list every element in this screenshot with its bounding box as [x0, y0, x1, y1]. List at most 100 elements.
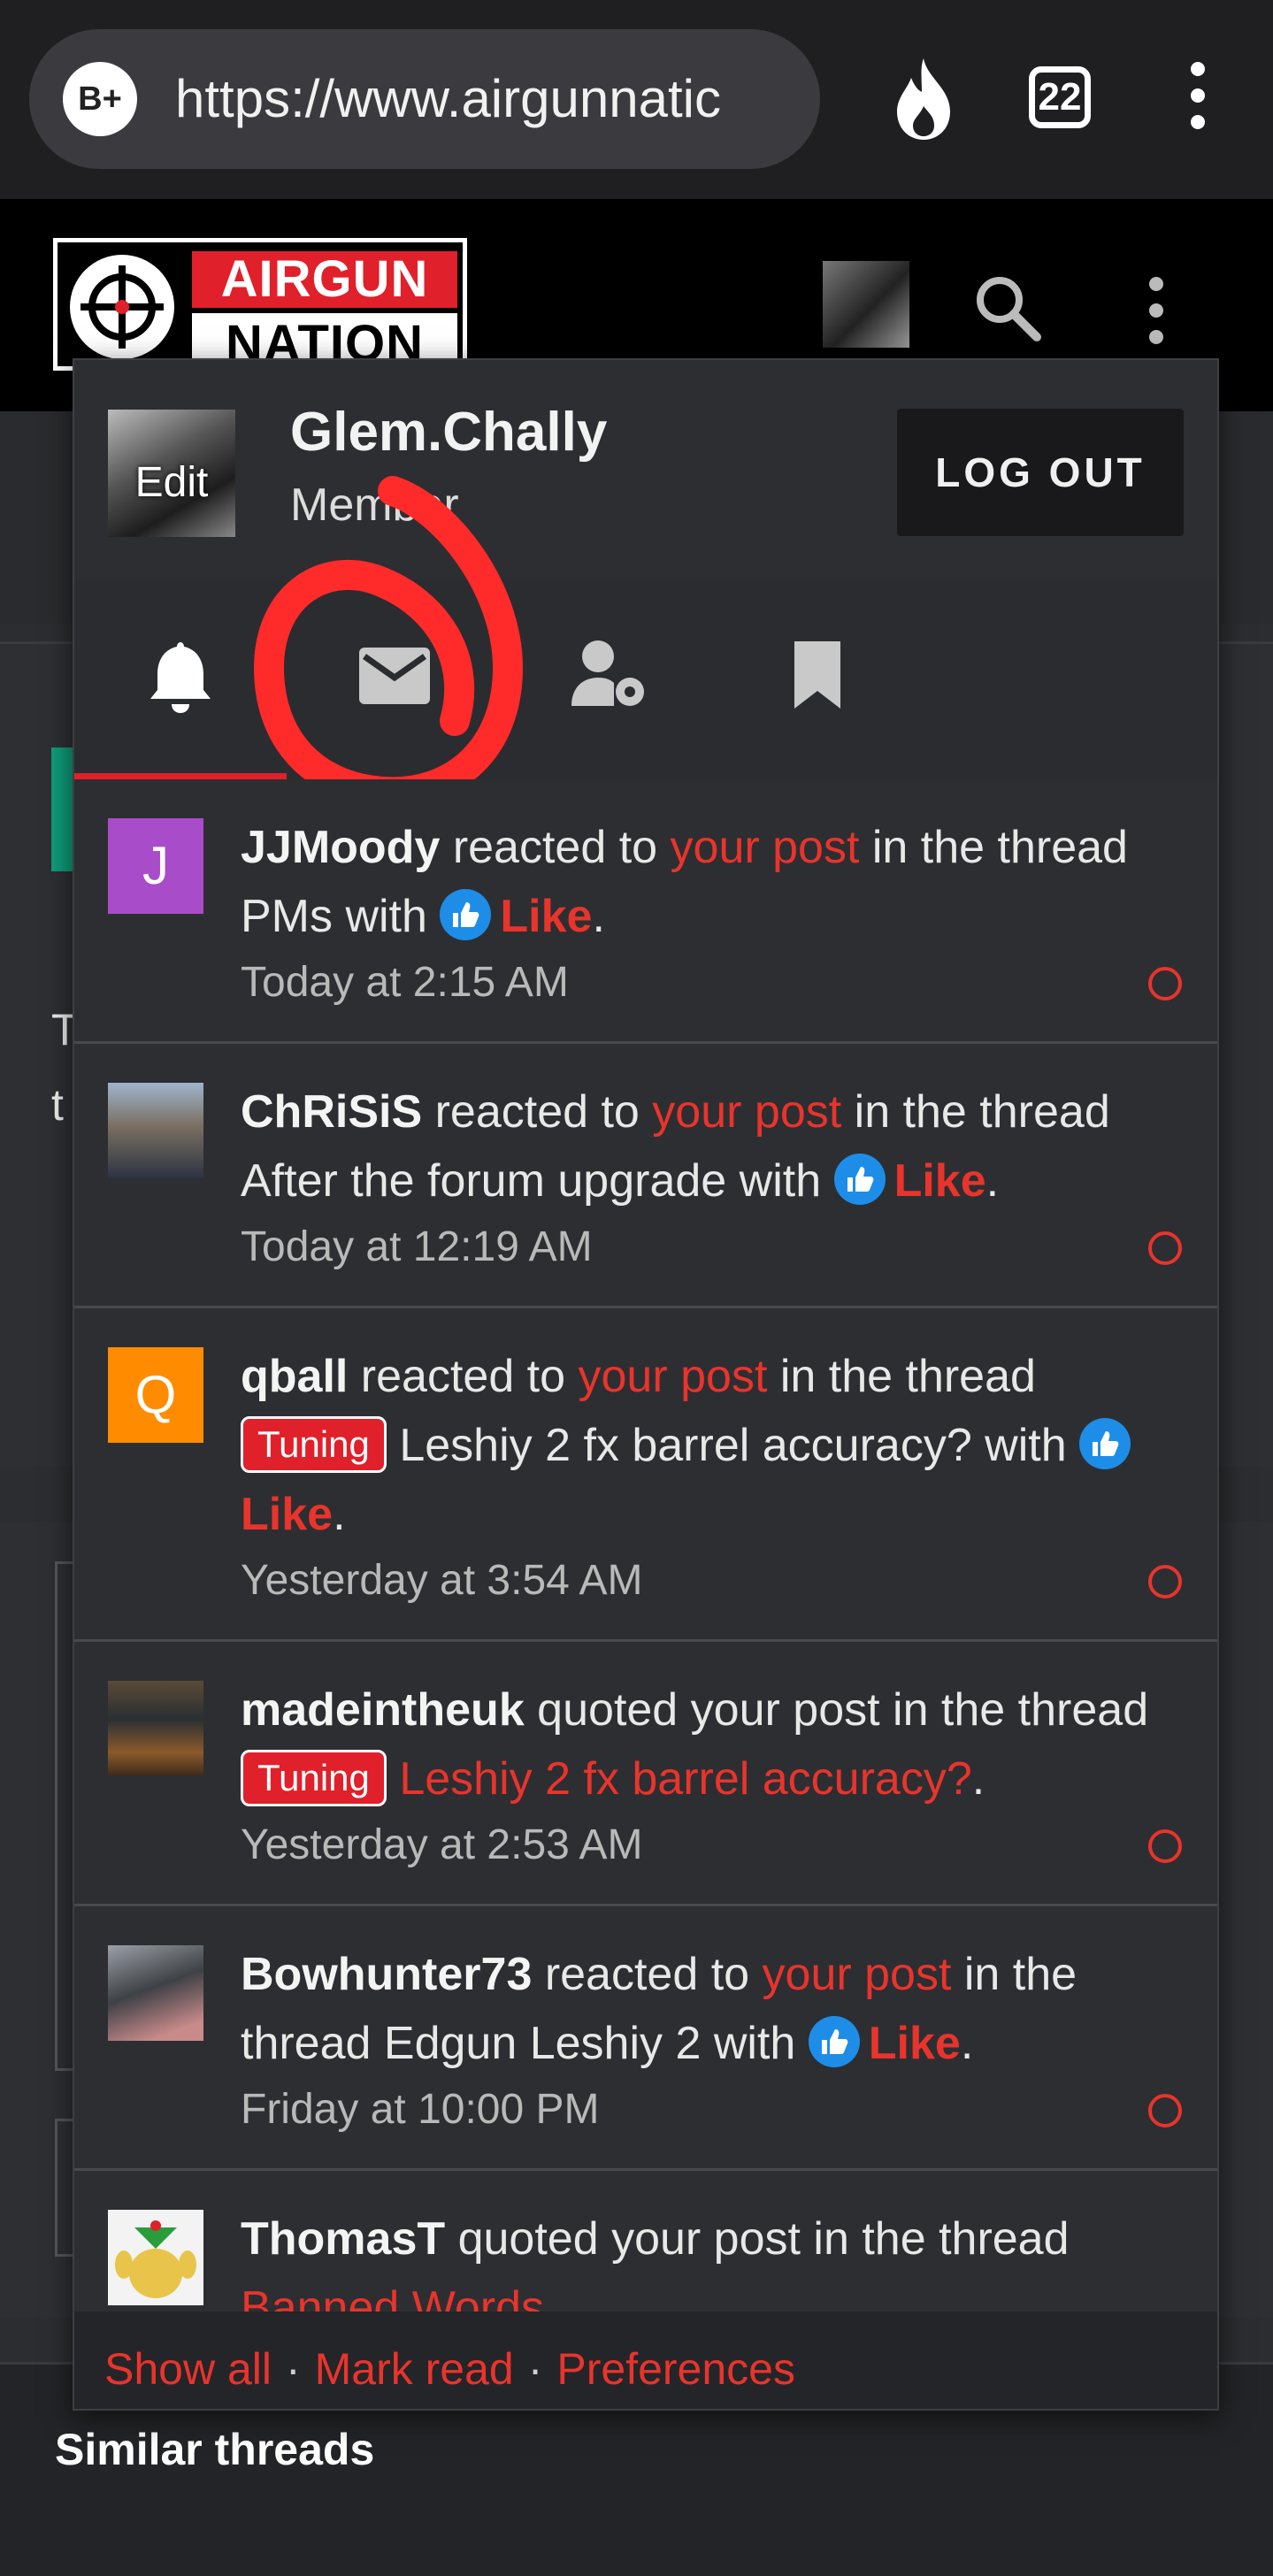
alert-avatar[interactable]: Q [108, 1347, 203, 1443]
thumbs-up-icon [808, 2016, 860, 2067]
reaction-like-label[interactable]: Like [869, 2018, 961, 2069]
account-role: Member [290, 479, 459, 531]
logout-button[interactable]: LOG OUT [897, 409, 1184, 536]
bookmark-icon [794, 641, 840, 709]
alert-text: ChRiSiS reacted to your post in the thre… [241, 1077, 1164, 1215]
your-post-link[interactable]: your post [579, 1351, 768, 1402]
alert-time: Yesterday at 3:54 AM [241, 1557, 643, 1604]
account-popup: Edit Glem.Chally Member LOG OUT J JJMood… [73, 358, 1219, 2411]
alert-username[interactable]: madeintheuk [241, 1684, 525, 1736]
thumbs-up-icon [440, 889, 492, 940]
alert-avatar[interactable]: J [108, 818, 203, 914]
alerts-list: J JJMoody reacted to your post in the th… [74, 779, 1217, 2315]
alert-item[interactable]: madeintheuk quoted your post in the thre… [74, 1642, 1217, 1906]
alert-avatar[interactable] [108, 1945, 203, 2041]
thread-prefix-tag[interactable]: Tuning [241, 1750, 387, 1806]
alert-text: ThomasT quoted your post in the thread B… [241, 2204, 1164, 2315]
mark-read-toggle[interactable] [1148, 1829, 1182, 1863]
alert-item[interactable]: Bowhunter73 reacted to your post in the … [74, 1906, 1217, 2171]
tab-count: 22 [1038, 75, 1082, 119]
mark-read-toggle[interactable] [1148, 1231, 1182, 1265]
alert-text-part: in the thread [767, 1351, 1036, 1402]
thread-link[interactable]: Banned Words [241, 2282, 544, 2315]
alert-text: JJMoody reacted to your post in the thre… [241, 813, 1164, 951]
mark-read-toggle[interactable] [1148, 1565, 1182, 1598]
logo-text-top: AIRGUN [192, 251, 457, 308]
preferences-link[interactable]: Preferences [556, 2344, 795, 2394]
reaction-like-label[interactable]: Like [500, 891, 592, 942]
avatar-edit-label[interactable]: Edit [108, 458, 235, 507]
fire-icon[interactable] [885, 55, 962, 143]
alert-username[interactable]: ChRiSiS [241, 1086, 422, 1138]
cartoon-avatar-icon [115, 2220, 196, 2298]
account-username[interactable]: Glem.Chally [290, 401, 607, 464]
tab-account-settings[interactable] [499, 579, 711, 779]
alert-text: Bowhunter73 reacted to your post in the … [241, 1940, 1164, 2078]
alert-text: qball reacted to your post in the thread… [241, 1342, 1164, 1549]
mark-read-toggle[interactable] [1148, 967, 1182, 1000]
alert-text-part: reacted to [348, 1351, 579, 1402]
alert-username[interactable]: ThomasT [241, 2213, 445, 2265]
alert-item[interactable]: ChRiSiS reacted to your post in the thre… [74, 1044, 1217, 1308]
user-gear-icon [571, 640, 644, 706]
thread-prefix-tag[interactable]: Tuning [241, 1416, 387, 1473]
account-header: Edit Glem.Chally Member LOG OUT [74, 360, 1217, 582]
alert-text-part: . [971, 1753, 985, 1805]
account-avatar[interactable]: Edit [108, 410, 235, 537]
your-post-link[interactable]: your post [671, 822, 860, 873]
browser-menu-icon[interactable] [1185, 62, 1210, 142]
site-menu-icon[interactable] [1144, 277, 1169, 356]
mark-read-toggle[interactable] [1148, 2094, 1182, 2128]
mark-read-link[interactable]: Mark read [315, 2344, 514, 2394]
your-post-link[interactable]: your post [763, 1949, 952, 2000]
similar-threads-heading: Similar threads [55, 2425, 375, 2474]
tab-bookmarks[interactable] [711, 579, 924, 779]
tab-conversations[interactable] [287, 579, 499, 779]
background-text: t [51, 1080, 64, 1130]
alert-text-part: reacted to [440, 822, 671, 873]
search-icon[interactable] [971, 272, 1042, 342]
footer-separator: · [286, 2344, 301, 2394]
accent-bar [51, 748, 73, 871]
alert-item[interactable]: ThomasT quoted your post in the thread B… [74, 2171, 1217, 2315]
alert-username[interactable]: qball [241, 1351, 348, 1402]
alert-avatar[interactable] [108, 2210, 203, 2305]
alert-item[interactable]: J JJMoody reacted to your post in the th… [74, 779, 1217, 1044]
browser-toolbar: B+ https://www.airgunnatic 22 [0, 0, 1273, 199]
alert-text-part: quoted your post in the thread [445, 2213, 1070, 2265]
site-security-badge[interactable]: B+ [63, 62, 137, 136]
tab-switcher-button[interactable]: 22 [1029, 66, 1091, 128]
thumbs-up-icon [833, 1154, 886, 1205]
alert-text: madeintheuk quoted your post in the thre… [241, 1675, 1164, 1813]
alert-item[interactable]: Q qball reacted to your post in the thre… [74, 1308, 1217, 1642]
crosshair-icon [70, 255, 174, 359]
alert-text-part: reacted to [532, 1949, 763, 2000]
thread-link[interactable]: Leshiy 2 fx barrel accuracy? [399, 1753, 971, 1805]
account-tabs [74, 476, 1217, 808]
alert-username[interactable]: JJMoody [241, 822, 440, 873]
your-post-link[interactable]: your post [652, 1086, 841, 1138]
site-logo[interactable]: AIRGUN NATION [53, 238, 467, 371]
bell-icon [150, 642, 211, 713]
alert-time: Today at 2:15 AM [241, 959, 569, 1006]
alert-text-part: . [960, 2018, 974, 2069]
alert-username[interactable]: Bowhunter73 [241, 1949, 532, 2000]
tab-alerts[interactable] [74, 579, 287, 779]
popup-footer: Show all · Mark read · Preferences [74, 2312, 1217, 2409]
alert-avatar[interactable] [108, 1681, 203, 1776]
envelope-icon [359, 648, 430, 704]
show-all-link[interactable]: Show all [104, 2344, 272, 2394]
alert-text-part: . [333, 1489, 346, 1540]
address-bar[interactable]: B+ https://www.airgunnatic [29, 29, 820, 169]
reaction-like-label[interactable]: Like [241, 1489, 333, 1540]
alert-avatar[interactable] [108, 1083, 203, 1178]
alert-time: Yesterday at 2:53 AM [241, 1821, 643, 1868]
alert-text-part: Leshiy 2 fx barrel accuracy? with [386, 1420, 1080, 1471]
thumbs-up-icon [1079, 1418, 1131, 1469]
alert-time: Friday at 10:00 PM [241, 2086, 600, 2133]
header-avatar[interactable] [823, 261, 909, 348]
alert-time: Today at 12:19 AM [241, 1223, 593, 1270]
reaction-like-label[interactable]: Like [894, 1155, 986, 1207]
alert-text-part: . [592, 891, 605, 942]
url-text[interactable]: https://www.airgunnatic [175, 29, 803, 169]
